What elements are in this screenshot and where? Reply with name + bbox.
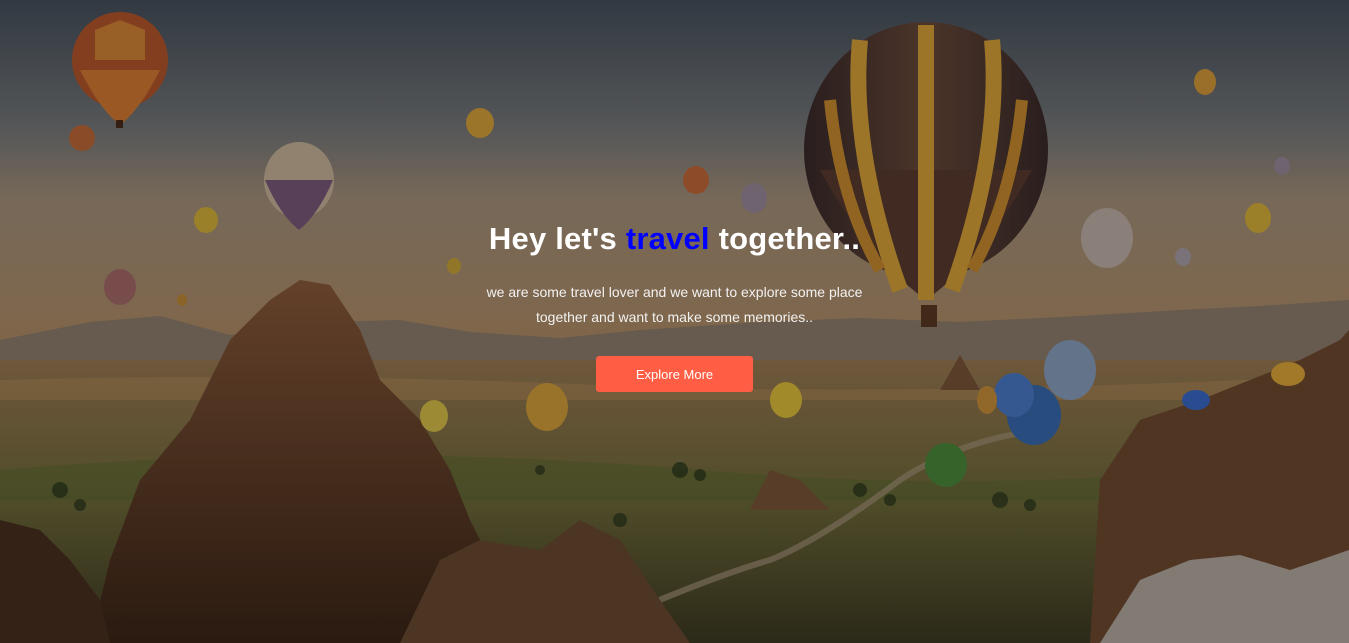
hero-content: Hey let's travel together.. we are some … bbox=[0, 218, 1349, 392]
hero-subtitle: we are some travel lover and we want to … bbox=[465, 280, 885, 330]
hero-section: Hey let's travel together.. we are some … bbox=[0, 0, 1349, 643]
headline-accent-word: travel bbox=[625, 221, 710, 256]
headline-text-before: Hey let's bbox=[488, 221, 626, 256]
headline-text-after: together.. bbox=[709, 221, 861, 256]
subtitle-line-2: together and want to make some memories.… bbox=[535, 309, 814, 325]
subtitle-line-1: we are some travel lover and we want to … bbox=[486, 284, 863, 300]
hero-headline: Hey let's travel together.. bbox=[0, 218, 1349, 260]
explore-more-button[interactable]: Explore More bbox=[596, 356, 753, 392]
